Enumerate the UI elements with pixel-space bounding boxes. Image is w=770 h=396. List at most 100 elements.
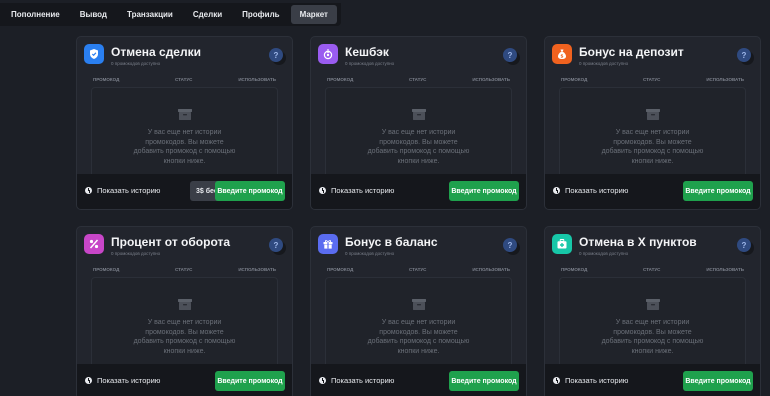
enter-promo-button[interactable]: Введите промокод bbox=[215, 181, 285, 201]
empty-text: У вас еще нет истории промокодов. Вы мож… bbox=[601, 129, 704, 165]
col-use: ИСПОЛЬЗОВАТЬ bbox=[706, 77, 744, 82]
show-history-label: Показать историю bbox=[331, 376, 395, 385]
show-history-link[interactable]: Показать историю bbox=[319, 186, 394, 195]
empty-box-icon bbox=[645, 107, 661, 121]
col-status: СТАТУС bbox=[643, 77, 661, 82]
card-title: Бонус на депозит bbox=[579, 45, 684, 59]
shield-icon bbox=[84, 44, 104, 64]
empty-text: У вас еще нет истории промокодов. Вы мож… bbox=[367, 319, 470, 355]
show-history-link[interactable]: Показать историю bbox=[85, 376, 160, 385]
promo-card-deposit-bonus: $ Бонус на депозит 0 промокодов доступно… bbox=[544, 36, 761, 210]
card-header: Отмена в X пунктов 0 промокодов доступно… bbox=[552, 234, 753, 260]
money-bag-icon: $ bbox=[552, 44, 572, 64]
card-footer: Показать историю Введите промокод bbox=[77, 364, 292, 396]
col-use: ИСПОЛЬЗОВАТЬ bbox=[472, 267, 510, 272]
card-title: Бонус в баланс bbox=[345, 235, 438, 249]
show-history-label: Показать историю bbox=[565, 186, 629, 195]
card-footer: Показать историю Введите промокод bbox=[545, 364, 760, 396]
card-title: Процент от оборота bbox=[111, 235, 231, 249]
card-subtitle: 0 промокодов доступно bbox=[345, 251, 395, 256]
col-status: СТАТУС bbox=[175, 77, 193, 82]
col-promo: ПРОМОКОД bbox=[93, 77, 120, 82]
enter-promo-button[interactable]: Введите промокод bbox=[683, 181, 753, 201]
promo-card-deal-cancel: Отмена сделки 0 промокодов доступно ? ПР… bbox=[76, 36, 293, 210]
card-footer: Показать историю Введите промокод bbox=[311, 364, 526, 396]
promo-card-balance-bonus: Бонус в баланс 0 промокодов доступно ? П… bbox=[310, 226, 527, 396]
tab-deposit[interactable]: Пополнение bbox=[2, 5, 69, 24]
promo-card-turnover-percent: Процент от оборота 0 промокодов доступно… bbox=[76, 226, 293, 396]
card-header: Бонус в баланс 0 промокодов доступно ? bbox=[318, 234, 519, 260]
empty-box-icon bbox=[645, 297, 661, 311]
top-nav: Пополнение Вывод Транзакции Сделки Профи… bbox=[0, 3, 341, 26]
card-header: Кешбэк 0 промокодов доступно ? bbox=[318, 44, 519, 70]
empty-text: У вас еще нет истории промокодов. Вы мож… bbox=[367, 129, 470, 165]
tab-market[interactable]: Маркет bbox=[290, 5, 337, 24]
tab-profile[interactable]: Профиль bbox=[233, 5, 288, 24]
clock-icon bbox=[85, 187, 92, 194]
empty-box-icon bbox=[411, 297, 427, 311]
enter-promo-button[interactable]: Введите промокод bbox=[215, 371, 285, 391]
percent-icon bbox=[84, 234, 104, 254]
promo-card-x-points-cancel: Отмена в X пунктов 0 промокодов доступно… bbox=[544, 226, 761, 396]
col-promo: ПРОМОКОД bbox=[561, 77, 588, 82]
promo-card-cashback: Кешбэк 0 промокодов доступно ? ПРОМОКОД … bbox=[310, 36, 527, 210]
clock-icon bbox=[319, 187, 326, 194]
help-button[interactable]: ? bbox=[737, 48, 751, 62]
card-header: Отмена сделки 0 промокодов доступно ? bbox=[84, 44, 285, 70]
empty-text: У вас еще нет истории промокодов. Вы мож… bbox=[133, 129, 236, 165]
col-use: ИСПОЛЬЗОВАТЬ bbox=[238, 267, 276, 272]
card-footer: Показать историю 3$ бесплатно Введите пр… bbox=[77, 174, 292, 209]
col-status: СТАТУС bbox=[409, 77, 427, 82]
col-status: СТАТУС bbox=[643, 267, 661, 272]
help-button[interactable]: ? bbox=[737, 238, 751, 252]
col-promo: ПРОМОКОД bbox=[327, 267, 354, 272]
card-title: Кешбэк bbox=[345, 45, 389, 59]
cashback-icon bbox=[318, 44, 338, 64]
col-use: ИСПОЛЬЗОВАТЬ bbox=[472, 77, 510, 82]
show-history-label: Показать историю bbox=[331, 186, 395, 195]
table-header: ПРОМОКОД СТАТУС ИСПОЛЬЗОВАТЬ bbox=[325, 77, 512, 85]
enter-promo-button[interactable]: Введите промокод bbox=[683, 371, 753, 391]
card-header: Процент от оборота 0 промокодов доступно… bbox=[84, 234, 285, 260]
show-history-label: Показать историю bbox=[97, 186, 161, 195]
show-history-link[interactable]: Показать историю bbox=[85, 186, 160, 195]
clock-icon bbox=[553, 187, 560, 194]
empty-box-icon bbox=[411, 107, 427, 121]
show-history-link[interactable]: Показать историю bbox=[553, 186, 628, 195]
empty-box-icon bbox=[177, 107, 193, 121]
card-title: Отмена сделки bbox=[111, 45, 201, 59]
card-subtitle: 0 промокодов доступно bbox=[345, 61, 395, 66]
help-button[interactable]: ? bbox=[269, 238, 283, 252]
show-history-label: Показать историю bbox=[97, 376, 161, 385]
card-subtitle: 0 промокодов доступно bbox=[111, 61, 161, 66]
clock-icon bbox=[553, 377, 560, 384]
clock-icon bbox=[319, 377, 326, 384]
show-history-link[interactable]: Показать историю bbox=[319, 376, 394, 385]
enter-promo-button[interactable]: Введите промокод bbox=[449, 181, 519, 201]
help-button[interactable]: ? bbox=[503, 238, 517, 252]
col-use: ИСПОЛЬЗОВАТЬ bbox=[238, 77, 276, 82]
col-promo: ПРОМОКОД bbox=[93, 267, 120, 272]
card-subtitle: 0 промокодов доступно bbox=[579, 251, 629, 256]
help-button[interactable]: ? bbox=[503, 48, 517, 62]
col-promo: ПРОМОКОД bbox=[327, 77, 354, 82]
col-status: СТАТУС bbox=[409, 267, 427, 272]
tab-withdraw[interactable]: Вывод bbox=[71, 5, 116, 24]
card-header: $ Бонус на депозит 0 промокодов доступно… bbox=[552, 44, 753, 70]
col-promo: ПРОМОКОД bbox=[561, 267, 588, 272]
table-header: ПРОМОКОД СТАТУС ИСПОЛЬЗОВАТЬ bbox=[325, 267, 512, 275]
tab-deals[interactable]: Сделки bbox=[184, 5, 231, 24]
table-header: ПРОМОКОД СТАТУС ИСПОЛЬЗОВАТЬ bbox=[91, 267, 278, 275]
help-button[interactable]: ? bbox=[269, 48, 283, 62]
empty-box-icon bbox=[177, 297, 193, 311]
enter-promo-button[interactable]: Введите промокод bbox=[449, 371, 519, 391]
svg-text:$: $ bbox=[560, 54, 563, 60]
medkit-icon bbox=[552, 234, 572, 254]
tab-transactions[interactable]: Транзакции bbox=[118, 5, 182, 24]
table-header: ПРОМОКОД СТАТУС ИСПОЛЬЗОВАТЬ bbox=[559, 77, 746, 85]
table-header: ПРОМОКОД СТАТУС ИСПОЛЬЗОВАТЬ bbox=[559, 267, 746, 275]
empty-text: У вас еще нет истории промокодов. Вы мож… bbox=[133, 319, 236, 355]
show-history-link[interactable]: Показать историю bbox=[553, 376, 628, 385]
empty-text: У вас еще нет истории промокодов. Вы мож… bbox=[601, 319, 704, 355]
card-footer: Показать историю Введите промокод bbox=[311, 174, 526, 209]
